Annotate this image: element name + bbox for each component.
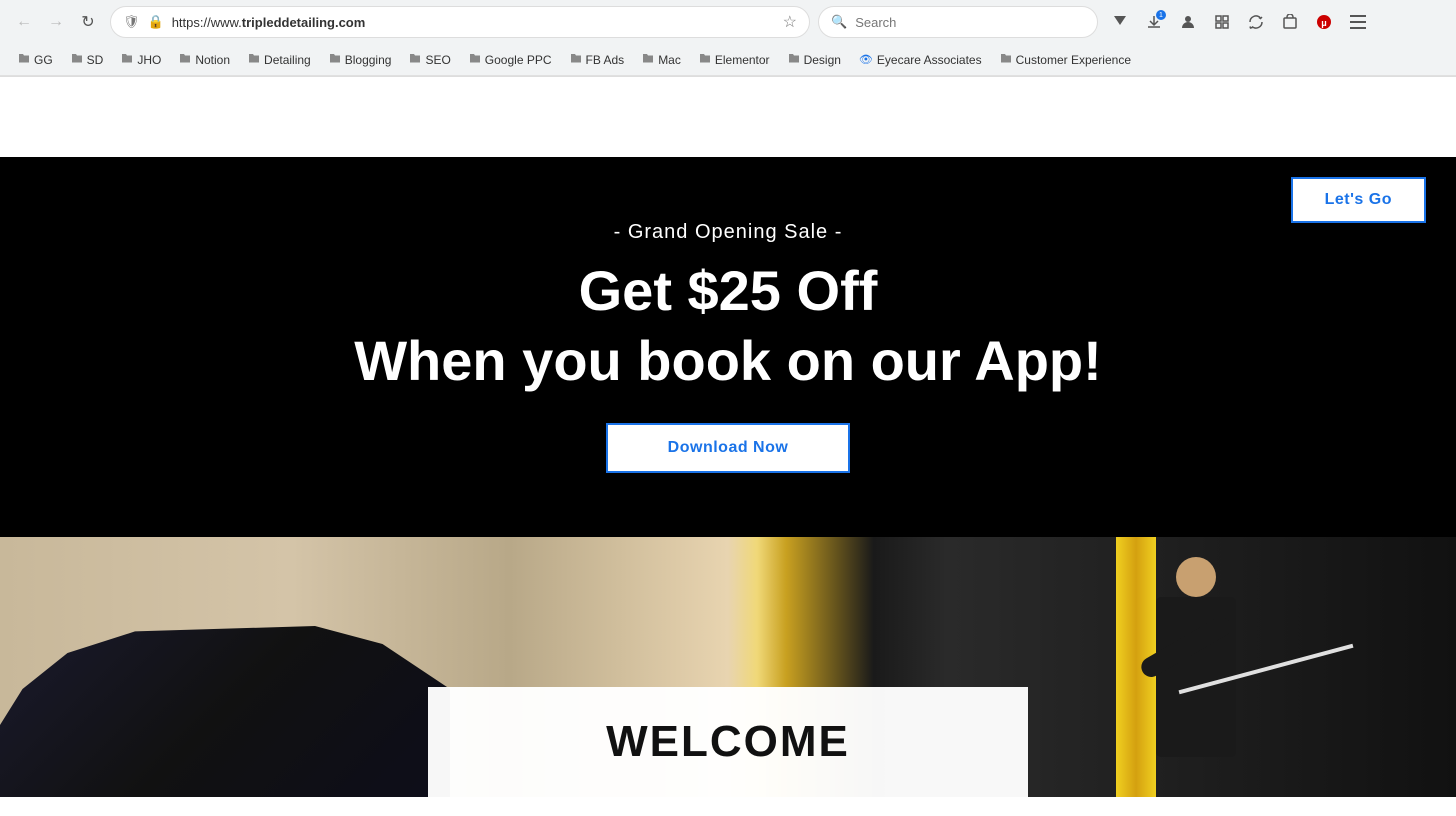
site-navbar-area (0, 77, 1456, 157)
person-head (1176, 557, 1216, 597)
bookmark-gg[interactable]: GG (10, 49, 61, 70)
bookmark-folder-icon (179, 52, 191, 67)
bookmark-label: Detailing (264, 53, 311, 67)
bookmark-folder-icon (642, 52, 654, 67)
bookmark-folder-icon (570, 52, 582, 67)
bookmark-folder-icon (18, 52, 30, 67)
bookmark-folder-icon (699, 52, 711, 67)
bookmark-folder-icon (409, 52, 421, 67)
car-image (0, 617, 450, 797)
profile-button[interactable] (1174, 8, 1202, 36)
bookmark-star-button[interactable]: ☆ (783, 12, 797, 32)
bookmark-label: Elementor (715, 53, 770, 67)
security-icon: 🛡 (123, 14, 140, 30)
photo-background: WELCOME (0, 537, 1456, 797)
address-bar[interactable]: 🛡 🔒 https://www.tripleddetailing.com ☆ (110, 6, 810, 38)
bookmark-folder-icon (329, 52, 341, 67)
back-button[interactable]: ← (10, 8, 38, 36)
bookmark-label: Notion (195, 53, 230, 67)
hero-section: Let's Go - Grand Opening Sale - Get $25 … (0, 157, 1456, 537)
sync-button[interactable] (1242, 8, 1270, 36)
ublock-button[interactable]: μ (1310, 8, 1338, 36)
bookmark-jho[interactable]: JHO (113, 49, 169, 70)
bookmark-label: JHO (137, 53, 161, 67)
menu-button[interactable] (1344, 8, 1372, 36)
download-button[interactable]: 1 (1140, 8, 1168, 36)
svg-text:μ: μ (1321, 18, 1327, 28)
person-figure (1136, 557, 1256, 787)
bookmark-notion[interactable]: Notion (171, 49, 238, 70)
browser-toolbar: ← → ↻ 🛡 🔒 https://www.tripleddetailing.c… (0, 0, 1456, 44)
bookmark-label: Blogging (345, 53, 392, 67)
toolbar-right: 1 μ (1106, 8, 1372, 36)
bookmark-folder-icon (71, 52, 83, 67)
bookmark-label: Eyecare Associates (877, 53, 982, 67)
bookmark-label: SD (87, 53, 104, 67)
hero-title-sub: When you book on our App! (354, 330, 1102, 392)
hero-title-main: Get $25 Off (579, 260, 878, 322)
share-button[interactable] (1276, 8, 1304, 36)
bookmark-label: FB Ads (586, 53, 625, 67)
bookmark-customer-experience[interactable]: Customer Experience (992, 49, 1139, 70)
bookmark-elementor[interactable]: Elementor (691, 49, 778, 70)
lets-go-button[interactable]: Let's Go (1291, 177, 1426, 223)
search-bar[interactable]: 🔍 Search (818, 6, 1098, 38)
bookmark-folder-icon (788, 52, 800, 67)
bookmark-seo[interactable]: SEO (401, 49, 458, 70)
download-badge: 1 (1156, 10, 1166, 20)
browser-chrome: ← → ↻ 🛡 🔒 https://www.tripleddetailing.c… (0, 0, 1456, 77)
pocket-button[interactable] (1106, 8, 1134, 36)
bookmark-label: Google PPC (485, 53, 552, 67)
nav-buttons: ← → ↻ (10, 8, 102, 36)
search-label: Search (855, 15, 896, 30)
bookmark-fb-ads[interactable]: FB Ads (562, 49, 633, 70)
bookmark-folder-icon (121, 52, 133, 67)
search-icon: 🔍 (831, 14, 847, 30)
bookmark-label: Design (804, 53, 841, 67)
bookmark-folder-icon (469, 52, 481, 67)
forward-button[interactable]: → (42, 8, 70, 36)
welcome-card: WELCOME (428, 687, 1028, 797)
url-text: https://www.tripleddetailing.com (172, 15, 775, 30)
bookmark-mac[interactable]: Mac (634, 49, 689, 70)
bookmark-eyecare[interactable]: 👁 Eyecare Associates (851, 50, 990, 70)
welcome-title: WELCOME (468, 717, 988, 767)
hero-subtitle: - Grand Opening Sale - (614, 221, 843, 244)
reload-button[interactable]: ↻ (74, 8, 102, 36)
bookmark-label: Mac (658, 53, 681, 67)
bookmark-folder-icon (248, 52, 260, 67)
extensions-button[interactable] (1208, 8, 1236, 36)
download-now-button[interactable]: Download Now (606, 423, 851, 473)
bookmark-folder-icon (1000, 52, 1012, 67)
bookmark-sd[interactable]: SD (63, 49, 112, 70)
bookmark-label: SEO (425, 53, 450, 67)
bookmark-detailing[interactable]: Detailing (240, 49, 319, 70)
lock-icon: 🔒 (148, 14, 164, 30)
bookmark-label: GG (34, 53, 53, 67)
eyecare-icon: 👁 (859, 53, 873, 66)
bookmark-google-ppc[interactable]: Google PPC (461, 49, 560, 70)
bookmark-design[interactable]: Design (780, 49, 849, 70)
bookmarks-bar: GG SD JHO Notion Detailing (0, 44, 1456, 76)
photo-section: WELCOME (0, 537, 1456, 797)
bookmark-blogging[interactable]: Blogging (321, 49, 400, 70)
bookmark-label: Customer Experience (1016, 53, 1131, 67)
